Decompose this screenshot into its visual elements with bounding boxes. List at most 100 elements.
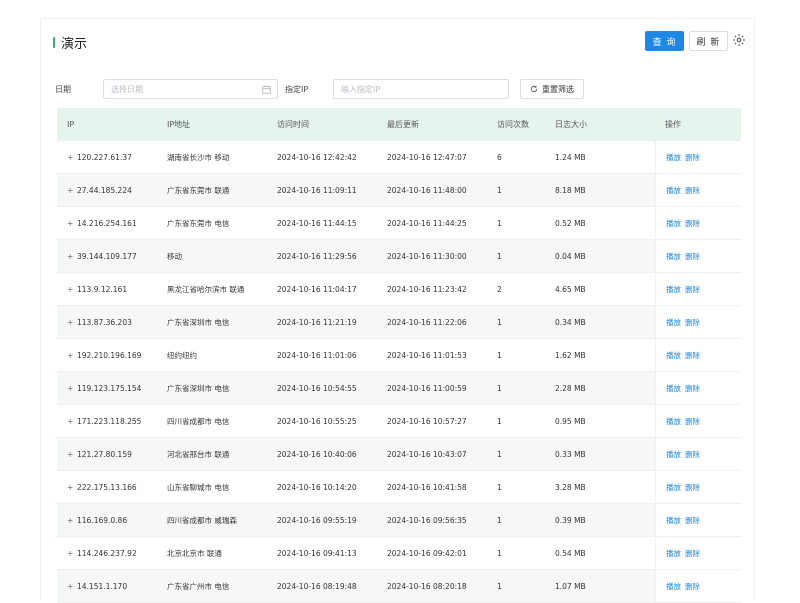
expand-icon[interactable]: +: [67, 516, 77, 525]
expand-icon[interactable]: +: [67, 252, 77, 261]
cell-log-size: 0.54 MB: [555, 548, 586, 558]
ip-text: 222.175.13.166: [77, 482, 137, 492]
delete-link[interactable]: 删除: [685, 317, 700, 328]
cell-visit-time: 2024-10-16 11:21:19: [277, 317, 357, 327]
expand-icon[interactable]: +: [67, 351, 77, 360]
date-picker-input[interactable]: 选择日期: [103, 79, 278, 99]
play-link[interactable]: 播放: [666, 251, 681, 262]
cell-visit-time: 2024-10-16 11:01:06: [277, 350, 357, 360]
cell-last-update: 2024-10-16 11:22:06: [387, 317, 467, 327]
play-link[interactable]: 播放: [666, 218, 681, 229]
expand-icon[interactable]: +: [67, 549, 77, 558]
cell-location: 广东省东莞市 电信: [167, 218, 230, 228]
ip-text: 120.227.61.37: [77, 152, 132, 162]
ip-text: 171.223.118.255: [77, 416, 142, 426]
delete-link[interactable]: 删除: [685, 515, 700, 526]
cell-visit-time: 2024-10-16 11:04:17: [277, 284, 357, 294]
cell-ip: +14.151.1.170: [57, 582, 167, 591]
play-link[interactable]: 播放: [666, 185, 681, 196]
cell-log-size: 2.28 MB: [555, 383, 586, 393]
cell-log-size: 0.52 MB: [555, 218, 586, 228]
date-placeholder: 选择日期: [111, 84, 143, 94]
ip-text: 113.87.36.203: [77, 317, 132, 327]
cell-location: 广东省广州市 电信: [167, 581, 230, 591]
query-button[interactable]: 查 询: [645, 31, 684, 51]
col-last-update: 最后更新: [387, 120, 419, 129]
cell-visit-count: 1: [497, 449, 502, 459]
cell-location: 纽约纽约: [167, 350, 197, 360]
cell-log-size: 0.39 MB: [555, 515, 586, 525]
play-link[interactable]: 播放: [666, 284, 681, 295]
delete-link[interactable]: 删除: [685, 416, 700, 427]
cell-ip: +114.246.237.92: [57, 549, 167, 558]
delete-link[interactable]: 删除: [685, 251, 700, 262]
cell-visit-count: 1: [497, 515, 502, 525]
delete-link[interactable]: 删除: [685, 449, 700, 460]
cell-log-size: 0.34 MB: [555, 317, 586, 327]
delete-link[interactable]: 删除: [685, 383, 700, 394]
expand-icon[interactable]: +: [67, 318, 77, 327]
cell-actions: 播放 删除: [655, 570, 741, 602]
cell-actions: 播放 删除: [655, 207, 741, 239]
cell-actions: 播放 删除: [655, 306, 741, 338]
delete-link[interactable]: 删除: [685, 284, 700, 295]
reset-filter-button[interactable]: 重置筛选: [520, 79, 584, 99]
col-visit-time: 访问时间: [277, 120, 309, 129]
play-link[interactable]: 播放: [666, 152, 681, 163]
play-link[interactable]: 播放: [666, 350, 681, 361]
refresh-button[interactable]: 刷 新: [689, 31, 728, 51]
cell-visit-count: 1: [497, 251, 502, 261]
cell-visit-time: 2024-10-16 11:44:15: [277, 218, 357, 228]
cell-log-size: 0.33 MB: [555, 449, 586, 459]
table-row: +171.223.118.255 四川省成都市 电信 2024-10-16 10:5…: [57, 405, 741, 438]
play-link[interactable]: 播放: [666, 449, 681, 460]
cell-ip: +171.223.118.255: [57, 417, 167, 426]
cell-actions: 播放 删除: [655, 405, 741, 437]
cell-ip: +14.216.254.161: [57, 219, 167, 228]
cell-location: 北京北京市 联通: [167, 548, 222, 558]
delete-link[interactable]: 删除: [685, 482, 700, 493]
table-row: +39.144.109.177 移动 2024-10-16 11:29:56 2024…: [57, 240, 741, 273]
expand-icon[interactable]: +: [67, 219, 77, 228]
cell-ip: +120.227.61.37: [57, 153, 167, 162]
delete-link[interactable]: 删除: [685, 185, 700, 196]
cell-ip: +121.27.80.159: [57, 450, 167, 459]
play-link[interactable]: 播放: [666, 383, 681, 394]
cell-location: 广东省深圳市 电信: [167, 383, 230, 393]
play-link[interactable]: 播放: [666, 581, 681, 592]
expand-icon[interactable]: +: [67, 384, 77, 393]
cell-visit-time: 2024-10-16 10:55:25: [277, 416, 357, 426]
table-row: +192.210.196.169 纽约纽约 2024-10-16 11:01:06 2…: [57, 339, 741, 372]
delete-link[interactable]: 删除: [685, 152, 700, 163]
cell-visit-count: 1: [497, 383, 502, 393]
expand-icon[interactable]: +: [67, 186, 77, 195]
play-link[interactable]: 播放: [666, 548, 681, 559]
cell-actions: 播放 删除: [655, 504, 741, 536]
play-link[interactable]: 播放: [666, 317, 681, 328]
play-link[interactable]: 播放: [666, 482, 681, 493]
main-card: 演示 查 询 刷 新 日期 选择日期 指定IP 输入指定IP 重置筛选 IP I…: [40, 18, 755, 603]
expand-icon[interactable]: +: [67, 153, 77, 162]
delete-link[interactable]: 删除: [685, 350, 700, 361]
cell-log-size: 1.62 MB: [555, 350, 586, 360]
expand-icon[interactable]: +: [67, 417, 77, 426]
cell-last-update: 2024-10-16 09:56:35: [387, 515, 467, 525]
cell-visit-count: 1: [497, 548, 502, 558]
table-row: +119.123.175.154 广东省深圳市 电信 2024-10-16 10:5…: [57, 372, 741, 405]
page-title: 演示: [53, 33, 87, 52]
delete-link[interactable]: 删除: [685, 548, 700, 559]
expand-icon[interactable]: +: [67, 582, 77, 591]
expand-icon[interactable]: +: [67, 450, 77, 459]
table-row: +113.9.12.161 黑龙江省哈尔滨市 联通 2024-10-16 11:04…: [57, 273, 741, 306]
expand-icon[interactable]: +: [67, 483, 77, 492]
delete-link[interactable]: 删除: [685, 581, 700, 592]
ip-text: 192.210.196.169: [77, 350, 142, 360]
cell-ip: +192.210.196.169: [57, 351, 167, 360]
delete-link[interactable]: 删除: [685, 218, 700, 229]
ip-input[interactable]: 输入指定IP: [333, 79, 509, 99]
expand-icon[interactable]: +: [67, 285, 77, 294]
cell-ip: +113.87.36.203: [57, 318, 167, 327]
gear-icon[interactable]: [732, 33, 746, 47]
play-link[interactable]: 播放: [666, 515, 681, 526]
play-link[interactable]: 播放: [666, 416, 681, 427]
